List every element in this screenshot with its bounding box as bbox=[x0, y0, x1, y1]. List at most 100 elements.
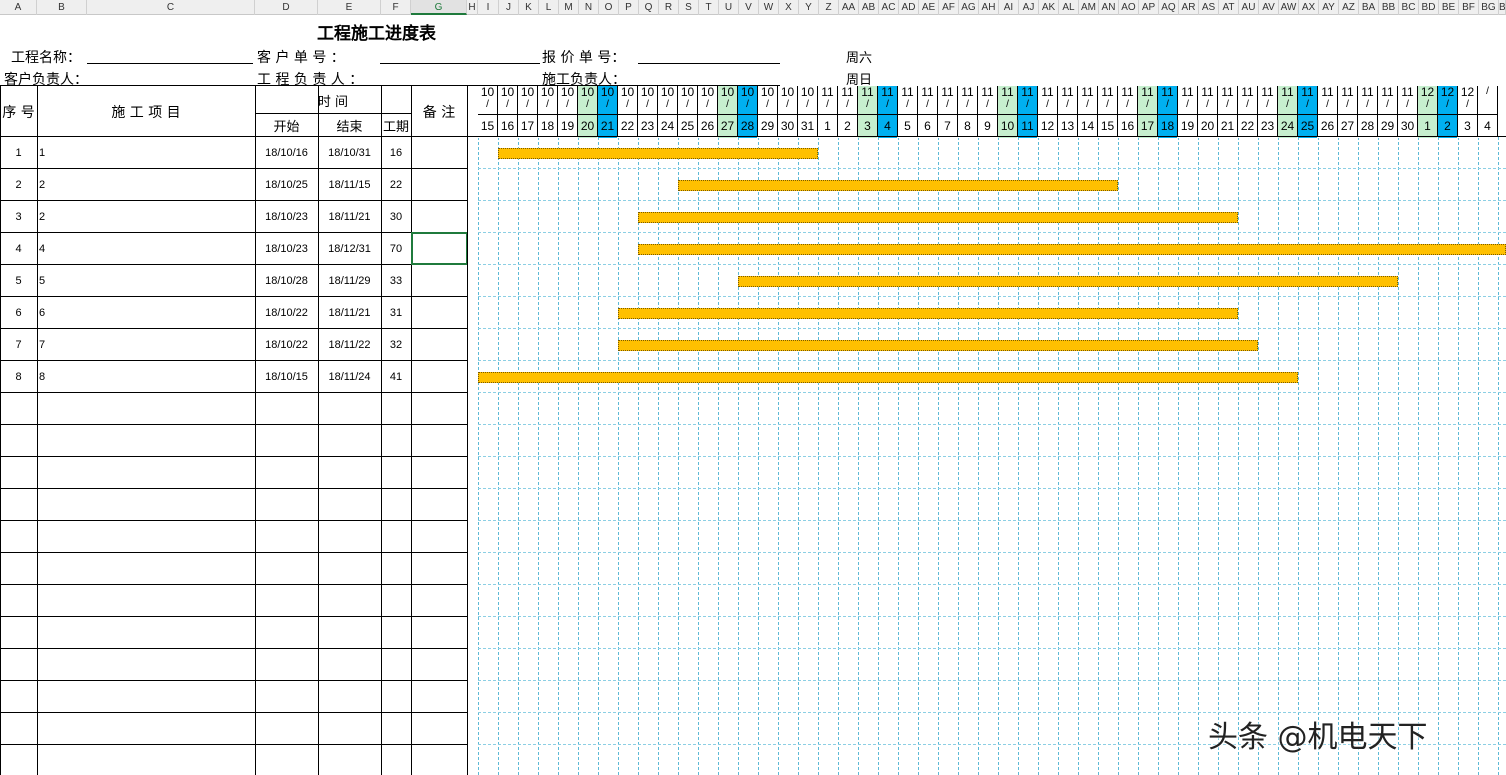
gantt-bar[interactable] bbox=[618, 308, 1238, 319]
date-header-cell[interactable]: 11/ 27 bbox=[1338, 86, 1358, 138]
column-header-n[interactable]: N bbox=[579, 0, 599, 15]
row-item-cell[interactable]: 6 bbox=[37, 297, 255, 328]
date-header-cell[interactable]: 12/ 1 bbox=[1418, 86, 1438, 138]
column-header-an[interactable]: AN bbox=[1099, 0, 1119, 15]
date-header-cell[interactable]: 11/ 1 bbox=[818, 86, 838, 138]
date-header-cell[interactable]: 11/ 24 bbox=[1278, 86, 1298, 138]
date-header-cell[interactable]: 11/ 15 bbox=[1098, 86, 1118, 138]
column-header-w[interactable]: W bbox=[759, 0, 779, 15]
row-start-cell[interactable]: 18/10/22 bbox=[255, 329, 318, 360]
date-header-cell[interactable]: 10/ 18 bbox=[538, 86, 558, 138]
column-header-v[interactable]: V bbox=[739, 0, 759, 15]
column-header-ae[interactable]: AE bbox=[919, 0, 939, 15]
row-end-cell[interactable]: 18/11/29 bbox=[318, 265, 381, 296]
date-header-cell[interactable]: 10/ 26 bbox=[698, 86, 718, 138]
column-header-ai[interactable]: AI bbox=[999, 0, 1019, 15]
date-header-cell[interactable]: 11/ 10 bbox=[998, 86, 1018, 138]
column-header-t[interactable]: T bbox=[699, 0, 719, 15]
date-header-cell[interactable]: 11/ 17 bbox=[1138, 86, 1158, 138]
row-start-cell[interactable]: 18/10/25 bbox=[255, 169, 318, 200]
date-header-cell[interactable]: 10/ 23 bbox=[638, 86, 658, 138]
date-header-cell[interactable]: 11/ 8 bbox=[958, 86, 978, 138]
column-header-ax[interactable]: AX bbox=[1299, 0, 1319, 15]
gantt-bar[interactable] bbox=[678, 180, 1118, 191]
column-header-h[interactable]: H bbox=[467, 0, 478, 15]
column-header-aa[interactable]: AA bbox=[839, 0, 859, 15]
selected-cell[interactable] bbox=[411, 232, 468, 265]
row-end-cell[interactable]: 18/11/21 bbox=[318, 201, 381, 232]
date-header-cell[interactable]: 10/ 24 bbox=[658, 86, 678, 138]
date-header-cell[interactable]: 11/ 13 bbox=[1058, 86, 1078, 138]
row-duration-cell[interactable]: 70 bbox=[381, 233, 411, 264]
gantt-bar[interactable] bbox=[738, 276, 1398, 287]
column-header-bb[interactable]: BB bbox=[1379, 0, 1399, 15]
row-duration-cell[interactable]: 30 bbox=[381, 201, 411, 232]
column-header-y[interactable]: Y bbox=[799, 0, 819, 15]
row-duration-cell[interactable]: 22 bbox=[381, 169, 411, 200]
date-header-cell[interactable]: 10/ 30 bbox=[778, 86, 798, 138]
column-header-ab[interactable]: AB bbox=[859, 0, 879, 15]
row-duration-cell[interactable]: 41 bbox=[381, 361, 411, 392]
row-duration-cell[interactable]: 32 bbox=[381, 329, 411, 360]
quote-no-field[interactable] bbox=[638, 63, 780, 64]
date-header-cell[interactable]: 12/ 3 bbox=[1458, 86, 1478, 138]
date-header-cell[interactable]: 10/ 31 bbox=[798, 86, 818, 138]
gantt-bar[interactable] bbox=[478, 372, 1298, 383]
row-start-cell[interactable]: 18/10/16 bbox=[255, 137, 318, 168]
column-header-a[interactable]: A bbox=[0, 0, 37, 15]
date-header-cell[interactable]: 11/ 3 bbox=[858, 86, 878, 138]
column-header-o[interactable]: O bbox=[599, 0, 619, 15]
date-header-cell[interactable]: 11/ 25 bbox=[1298, 86, 1318, 138]
row-item-cell[interactable]: 1 bbox=[37, 137, 255, 168]
date-header-cell[interactable]: 11/ 18 bbox=[1158, 86, 1178, 138]
column-header-d[interactable]: D bbox=[255, 0, 318, 15]
date-header-cell[interactable]: 11/ 23 bbox=[1258, 86, 1278, 138]
date-header-cell[interactable]: 10/ 27 bbox=[718, 86, 738, 138]
column-header-i[interactable]: I bbox=[478, 0, 499, 15]
column-header-ak[interactable]: AK bbox=[1039, 0, 1059, 15]
column-header-l[interactable]: L bbox=[539, 0, 559, 15]
row-item-cell[interactable]: 2 bbox=[37, 169, 255, 200]
column-header-s[interactable]: S bbox=[679, 0, 699, 15]
client-no-field[interactable] bbox=[380, 63, 540, 64]
column-header-f[interactable]: F bbox=[381, 0, 411, 15]
column-header-ay[interactable]: AY bbox=[1319, 0, 1339, 15]
column-header-as[interactable]: AS bbox=[1199, 0, 1219, 15]
row-seq-cell[interactable]: 3 bbox=[0, 201, 37, 232]
column-header-at[interactable]: AT bbox=[1219, 0, 1239, 15]
date-header-cell[interactable]: 11/ 26 bbox=[1318, 86, 1338, 138]
row-end-cell[interactable]: 18/11/15 bbox=[318, 169, 381, 200]
column-header-aq[interactable]: AQ bbox=[1159, 0, 1179, 15]
date-header-cell[interactable]: /4 bbox=[1478, 86, 1498, 138]
date-header-cell[interactable]: 10/ 21 bbox=[598, 86, 618, 138]
date-header-cell[interactable]: 11/ 9 bbox=[978, 86, 998, 138]
column-header-af[interactable]: AF bbox=[939, 0, 959, 15]
column-header-p[interactable]: P bbox=[619, 0, 639, 15]
row-start-cell[interactable]: 18/10/15 bbox=[255, 361, 318, 392]
column-header-m[interactable]: M bbox=[559, 0, 579, 15]
column-header-g[interactable]: G bbox=[411, 0, 467, 15]
row-item-cell[interactable]: 8 bbox=[37, 361, 255, 392]
column-header-ar[interactable]: AR bbox=[1179, 0, 1199, 15]
date-header-cell[interactable]: 11/ 22 bbox=[1238, 86, 1258, 138]
date-header-cell[interactable]: 11/ 29 bbox=[1378, 86, 1398, 138]
date-header-cell[interactable]: 10/ 28 bbox=[738, 86, 758, 138]
column-header-b[interactable]: B bbox=[1499, 0, 1506, 15]
date-header-cell[interactable]: 10/ 25 bbox=[678, 86, 698, 138]
date-header-cell[interactable]: 11/ 28 bbox=[1358, 86, 1378, 138]
column-header-be[interactable]: BE bbox=[1439, 0, 1459, 15]
date-header-cell[interactable]: 10/ 16 bbox=[498, 86, 518, 138]
row-seq-cell[interactable]: 1 bbox=[0, 137, 37, 168]
row-duration-cell[interactable]: 16 bbox=[381, 137, 411, 168]
gantt-bar[interactable] bbox=[638, 212, 1238, 223]
row-end-cell[interactable]: 18/10/31 bbox=[318, 137, 381, 168]
date-header-cell[interactable]: 11/ 30 bbox=[1398, 86, 1418, 138]
date-header-cell[interactable]: 11/ 14 bbox=[1078, 86, 1098, 138]
column-header-bd[interactable]: BD bbox=[1419, 0, 1439, 15]
row-start-cell[interactable]: 18/10/28 bbox=[255, 265, 318, 296]
row-item-cell[interactable]: 4 bbox=[37, 233, 255, 264]
column-header-b[interactable]: B bbox=[37, 0, 87, 15]
column-header-bg[interactable]: BG bbox=[1479, 0, 1499, 15]
date-header-cell[interactable]: 10/ 20 bbox=[578, 86, 598, 138]
column-header-au[interactable]: AU bbox=[1239, 0, 1259, 15]
